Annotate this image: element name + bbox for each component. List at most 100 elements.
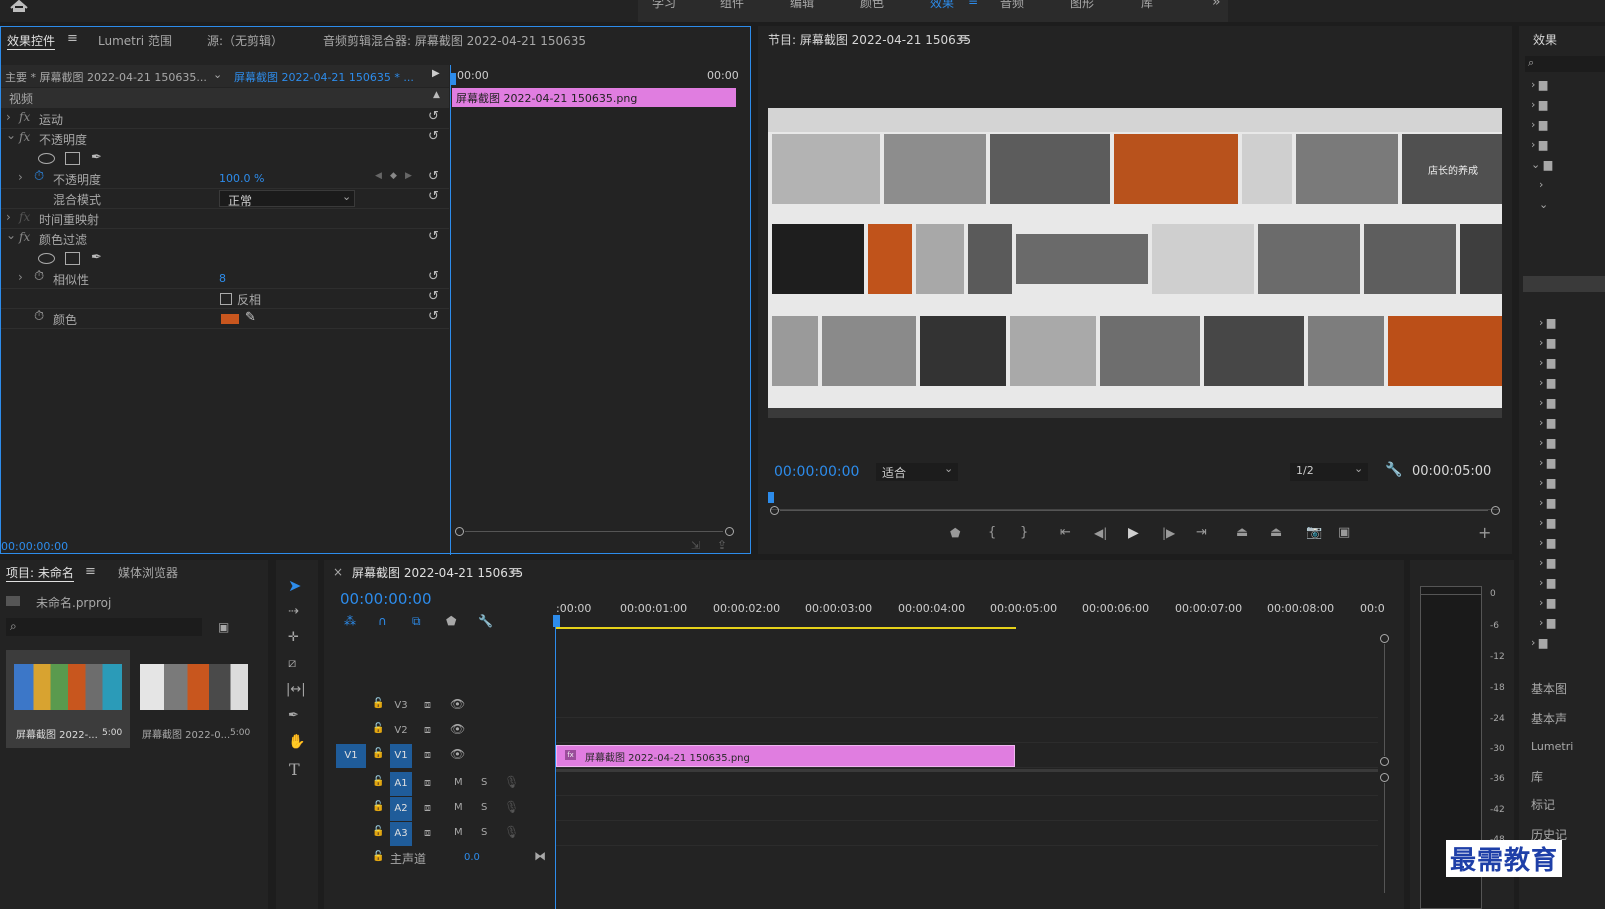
project-item[interactable]: 屏幕截图 2022-0... 5:00 [134,650,258,748]
microphone-icon[interactable]: 🎙 [504,825,519,839]
folder-icon[interactable]: › [1539,178,1543,191]
tab-effect-controls[interactable]: 效果控件 [7,32,56,50]
next-keyframe-icon[interactable]: ▶ [405,171,412,181]
folder-icon[interactable]: › ▆ [1539,516,1555,529]
ripple-edit-tool-icon[interactable]: ✛ [288,630,299,645]
audio-vertical-scrollbar[interactable] [1380,773,1390,893]
scroll-handle[interactable] [455,527,464,536]
folder-icon[interactable]: › ▆ [1539,476,1555,489]
microphone-icon[interactable]: 🎙 [504,800,519,814]
share-icon[interactable]: ⇪ [717,538,727,552]
chevron-right-icon[interactable]: › [18,270,23,284]
opacity-value[interactable]: 100.0 % [219,172,264,185]
track-lane-master[interactable] [556,847,1378,871]
play-only-icon[interactable]: ▶ [432,68,440,79]
folder-icon[interactable]: › ▆ [1531,138,1547,151]
workspace-menu-icon[interactable]: ≡ [968,0,978,8]
marker-icon[interactable]: ⬟ [950,526,960,540]
tab-audio-clip-mixer[interactable]: 音频剪辑混合器: 屏幕截图 2022-04-21 150635 [323,32,586,49]
go-to-in-icon[interactable]: ⇤ [1060,525,1071,540]
workspace-tab-effects[interactable]: 效果 [930,0,954,11]
folder-icon[interactable]: › ▆ [1539,356,1555,369]
color-swatch[interactable] [221,314,239,324]
program-preview[interactable]: 店长的养成 [768,108,1502,418]
effect-row-opacity[interactable]: ⌄ fx 不透明度 ↺ [1,128,449,149]
selection-tool-icon[interactable]: ➤ [288,576,301,595]
effect-row-time-remap[interactable]: › fx 时间重映射 [1,209,449,229]
folder-icon[interactable]: ⌄ ▆ [1531,158,1552,171]
sync-lock-icon[interactable]: ⧈ [424,776,431,790]
track-target[interactable]: A3 [390,822,412,846]
workspace-tab-assembly[interactable]: 组件 [720,0,744,11]
tab-essential-graphics[interactable]: 基本图 [1531,680,1567,697]
time-ruler[interactable]: :00:00 00:00:01:00 00:00:02:00 00:00:03:… [556,596,1386,630]
folder-icon[interactable]: › ▆ [1531,78,1547,91]
linked-selection-icon[interactable]: ⧉ [412,614,421,629]
tab-essential-sound[interactable]: 基本声 [1531,710,1567,727]
reset-icon[interactable]: ↺ [428,189,439,204]
mini-playhead[interactable] [451,73,456,85]
play-icon[interactable]: ▶ [1128,525,1139,541]
reset-icon[interactable]: ↺ [428,129,439,144]
export-frame-icon[interactable]: ⇲ [691,539,700,552]
scroll-handle[interactable] [1491,506,1500,515]
export-frame-icon[interactable]: 📷 [1306,525,1322,540]
mute-button[interactable]: M [454,827,463,838]
folder-icon[interactable]: › ▆ [1539,596,1555,609]
ellipse-mask-icon[interactable] [38,253,55,264]
solo-button[interactable]: S [481,827,487,838]
folder-icon[interactable]: › ▆ [1539,376,1555,389]
lock-icon[interactable]: 🔓 [372,698,384,709]
tab-lumetri-scopes[interactable]: Lumetri 范围 [98,32,172,49]
mute-button[interactable]: M [454,777,463,788]
stopwatch-icon[interactable]: ⏱ [34,169,44,184]
tab-lumetri[interactable]: Lumetri [1531,740,1573,753]
panel-menu-icon[interactable]: ≡ [510,564,521,579]
tab-libraries[interactable]: 库 [1531,768,1543,785]
lock-icon[interactable]: 🔓 [372,776,384,787]
stopwatch-icon[interactable]: ⏱ [34,269,44,284]
work-area-bar[interactable] [556,627,1016,629]
solo-button[interactable]: S [481,802,487,813]
rectangle-mask-icon[interactable] [65,252,80,265]
lock-icon[interactable]: 🔓 [372,723,384,734]
track-lane-a3[interactable] [556,822,1378,846]
track-target[interactable]: V2 [390,719,412,743]
collapse-up-icon[interactable]: ▲ [433,90,440,100]
master-volume-value[interactable]: 0.0 [464,852,480,863]
workspace-tab-audio[interactable]: 音频 [1000,0,1024,11]
folder-icon[interactable]: › ▆ [1539,556,1555,569]
panel-menu-icon[interactable]: ≡ [85,564,96,579]
pen-mask-icon[interactable]: ✒ [91,150,102,165]
folder-icon[interactable]: › ▆ [1531,636,1547,649]
video-vertical-scrollbar[interactable] [1380,634,1390,768]
extract-icon[interactable]: ⏏ [1270,525,1282,540]
folder-icon[interactable]: › ▆ [1539,396,1555,409]
project-search-input[interactable]: ⌕ [6,618,202,636]
comparison-view-icon[interactable]: ▣ [1338,525,1350,540]
track-select-tool-icon[interactable]: ⇢ [288,604,299,619]
workspace-tab-color[interactable]: 颜色 [860,0,884,11]
rectangle-mask-icon[interactable] [65,152,80,165]
mini-clip-bar[interactable]: 屏幕截图 2022-04-21 150635.png [452,88,736,107]
source-patch-v1[interactable]: V1 [336,744,366,768]
track-lane-v1[interactable]: fx 屏幕截图 2022-04-21 150635.png [556,744,1378,768]
reset-icon[interactable]: ↺ [428,269,439,284]
sync-lock-icon[interactable]: ⧈ [424,826,431,840]
track-target[interactable]: A2 [390,797,412,821]
lock-icon[interactable]: 🔓 [372,801,384,812]
slip-tool-icon[interactable]: |↔| [286,682,306,697]
folder-icon[interactable]: › ▆ [1539,536,1555,549]
razor-tool-icon[interactable]: ⧄ [288,656,296,671]
tab-markers[interactable]: 标记 [1531,796,1555,813]
program-timecode[interactable]: 00:00:00:00 [774,464,859,480]
folder-icon[interactable]: › ▆ [1539,456,1555,469]
close-icon[interactable]: × [333,565,343,579]
fx-icon[interactable]: fx [19,230,30,244]
chevron-down-icon[interactable]: ⌄ [6,228,16,242]
sequence-timecode[interactable]: 00:00:00:00 [340,590,432,608]
track-target[interactable]: V1 [390,744,412,768]
folder-icon[interactable]: › ▆ [1539,436,1555,449]
effects-search-input[interactable]: ⌕ [1525,56,1605,72]
pen-mask-icon[interactable]: ✒ [91,250,102,265]
